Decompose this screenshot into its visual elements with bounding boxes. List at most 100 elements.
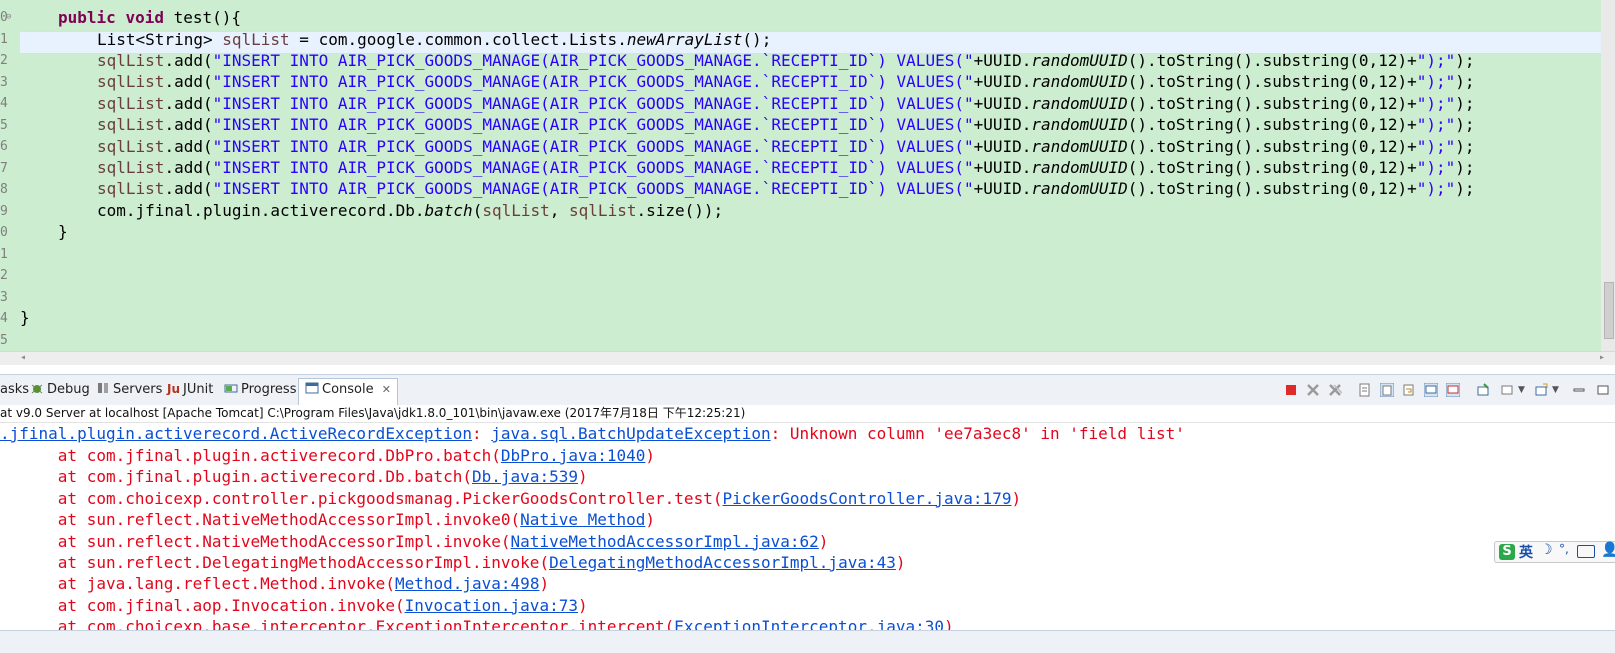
debug-icon	[31, 384, 43, 394]
field-sqlList: sqlList	[222, 30, 290, 49]
stack-frame-text: at sun.reflect.NativeMethodAccessorImpl.…	[0, 510, 521, 530]
code-text: ().toString().substring(0,12)+	[1127, 136, 1417, 156]
scroll-lock-icon[interactable]	[1380, 383, 1394, 397]
tab-servers[interactable]: Servers	[96, 379, 162, 401]
code-editor[interactable]: 0123456789012345 ⊖ public void test(){ L…	[0, 0, 1615, 351]
pin-console-icon[interactable]	[1476, 383, 1490, 397]
stack-frame-close: )	[577, 595, 588, 615]
display-selected-console-icon[interactable]	[1500, 383, 1514, 397]
progress-icon	[224, 384, 238, 393]
method-randomUUID: randomUUID	[1031, 179, 1128, 199]
source-link[interactable]: Invocation.java:73	[405, 596, 578, 615]
close-tab-icon[interactable]: ✕	[382, 383, 391, 396]
clear-console-icon[interactable]	[1358, 383, 1372, 397]
tab-debug[interactable]: Debug	[30, 379, 90, 401]
code-line-sql-add[interactable]: sqlList.add("INSERT INTO AIR_PICK_GOODS_…	[97, 50, 1475, 72]
editor-vertical-scrollbar[interactable]	[1601, 0, 1615, 351]
field-sqlList: sqlList	[97, 93, 165, 113]
stack-frame-text: at com.jfinal.aop.Invocation.invoke(	[0, 595, 405, 615]
ime-language-toggle[interactable]: 英	[1519, 542, 1533, 562]
code-text: (	[472, 201, 483, 220]
stack-frame-close: )	[1011, 488, 1022, 508]
remove-all-terminated-icon[interactable]	[1328, 383, 1342, 397]
exception-link[interactable]: .jfinal.plugin.activerecord.ActiveRecord…	[0, 424, 472, 443]
code-text: .add(	[164, 93, 213, 113]
code-line-batch[interactable]: com.jfinal.plugin.activerecord.Db.batch(…	[97, 200, 723, 222]
dropdown-arrow-icon[interactable]: ▼	[1518, 379, 1525, 401]
fold-collapse-icon[interactable]: ⊖	[6, 12, 14, 22]
show-on-stderr-icon[interactable]	[1446, 383, 1460, 397]
code-line-close-class[interactable]: }	[20, 307, 30, 329]
tab-label: JUnit	[183, 382, 214, 397]
word-wrap-icon[interactable]	[1402, 383, 1416, 397]
terminate-icon[interactable]	[1284, 383, 1298, 397]
code-text: .size());	[636, 201, 724, 220]
scrollbar-thumb[interactable]	[1604, 282, 1614, 339]
source-link[interactable]: ExceptionInterceptor.java:30	[674, 617, 944, 630]
sogou-logo-icon[interactable]: S	[1499, 544, 1515, 560]
string-literal: ");"	[1416, 179, 1456, 199]
source-link[interactable]: DelegatingMethodAccessorImpl.java:43	[549, 553, 896, 572]
source-link[interactable]: NativeMethodAccessorImpl.java:62	[511, 532, 819, 551]
code-line-close-method[interactable]: }	[58, 221, 68, 243]
code-line-sql-add[interactable]: sqlList.add("INSERT INTO AIR_PICK_GOODS_…	[97, 157, 1475, 179]
soft-keyboard-icon[interactable]	[1577, 545, 1595, 558]
stack-frame-close: )	[895, 553, 906, 572]
console-horizontal-scrollbar[interactable]	[0, 630, 1615, 653]
field-sqlList: sqlList	[97, 72, 165, 92]
code-text: );	[1455, 72, 1475, 92]
method-randomUUID: randomUUID	[1031, 93, 1128, 113]
stack-frame-line: at sun.reflect.DelegatingMethodAccessorI…	[0, 552, 906, 574]
remove-launch-icon[interactable]	[1306, 383, 1320, 397]
keyword-public: public	[58, 8, 116, 27]
code-text: ().toString().substring(0,12)+	[1127, 179, 1417, 199]
minimize-icon[interactable]	[1572, 383, 1586, 397]
exception-separator: :	[472, 424, 492, 443]
source-link[interactable]: DbPro.java:1040	[501, 446, 646, 465]
keyword-void: void	[125, 8, 164, 27]
exception-link[interactable]: java.sql.BatchUpdateException	[491, 424, 770, 443]
half-width-icon[interactable]: ☽	[1540, 542, 1553, 558]
dropdown-arrow-icon[interactable]: ▼	[1552, 379, 1559, 401]
line-number: 2	[0, 53, 8, 68]
code-text: +UUID.	[973, 158, 1032, 177]
code-line-sql-add[interactable]: sqlList.add("INSERT INTO AIR_PICK_GOODS_…	[97, 136, 1475, 158]
code-line-sql-add[interactable]: sqlList.add("INSERT INTO AIR_PICK_GOODS_…	[97, 93, 1475, 115]
punctuation-icon[interactable]: °,	[1559, 542, 1569, 556]
stack-frame-text: at com.choicexp.base.interceptor.Excepti…	[0, 617, 675, 630]
line-number: 1	[0, 246, 8, 262]
code-text: );	[1455, 179, 1475, 199]
console-output[interactable]: .jfinal.plugin.activerecord.ActiveRecord…	[0, 423, 1615, 630]
code-line-method-decl[interactable]: public void test(){	[58, 7, 241, 29]
tab-junit[interactable]: Ju JUnit	[166, 379, 213, 401]
source-link[interactable]: Method.java:498	[395, 574, 540, 593]
maximize-icon[interactable]	[1596, 383, 1610, 397]
line-number: 7	[0, 160, 8, 176]
open-console-icon[interactable]	[1534, 383, 1548, 397]
tab-console[interactable]: Console ✕	[298, 378, 398, 405]
stack-frame-line: at sun.reflect.NativeMethodAccessorImpl.…	[0, 509, 655, 531]
scroll-right-icon[interactable]: ▸	[1599, 352, 1605, 363]
source-link[interactable]: PickerGoodsController.java:179	[722, 489, 1011, 508]
code-line-list-decl[interactable]: List<String> sqlList = com.google.common…	[97, 29, 771, 51]
code-line-sql-add[interactable]: sqlList.add("INSERT INTO AIR_PICK_GOODS_…	[97, 178, 1475, 200]
string-literal: "INSERT INTO AIR_PICK_GOODS_MANAGE(AIR_P…	[212, 136, 974, 156]
source-link[interactable]: Native Method	[520, 510, 645, 529]
user-account-icon[interactable]: 👤	[1601, 542, 1615, 558]
scroll-left-icon[interactable]: ◂	[20, 352, 26, 363]
code-text: com.jfinal.plugin.activerecord.Db.	[97, 201, 425, 220]
code-text: );	[1455, 93, 1475, 113]
tab-progress[interactable]: Progress	[224, 379, 296, 401]
line-number-gutter: 0123456789012345	[0, 0, 14, 351]
editor-horizontal-scrollbar[interactable]: ◂ ▸	[0, 351, 1615, 365]
code-line-sql-add[interactable]: sqlList.add("INSERT INTO AIR_PICK_GOODS_…	[97, 114, 1475, 136]
code-line-sql-add[interactable]: sqlList.add("INSERT INTO AIR_PICK_GOODS_…	[97, 71, 1475, 93]
ime-toolbar[interactable]: S 英 ☽ °, 👤	[1494, 541, 1615, 563]
method-signature: test(){	[163, 8, 242, 27]
source-link[interactable]: Db.java:539	[472, 467, 578, 486]
string-literal: "INSERT INTO AIR_PICK_GOODS_MANAGE(AIR_P…	[212, 115, 974, 135]
stack-frame-line: at com.choicexp.base.interceptor.Excepti…	[0, 616, 954, 630]
string-literal: "INSERT INTO AIR_PICK_GOODS_MANAGE(AIR_P…	[212, 179, 974, 199]
show-on-stdout-icon[interactable]	[1424, 383, 1438, 397]
tab-tasks[interactable]: asks	[0, 379, 29, 401]
